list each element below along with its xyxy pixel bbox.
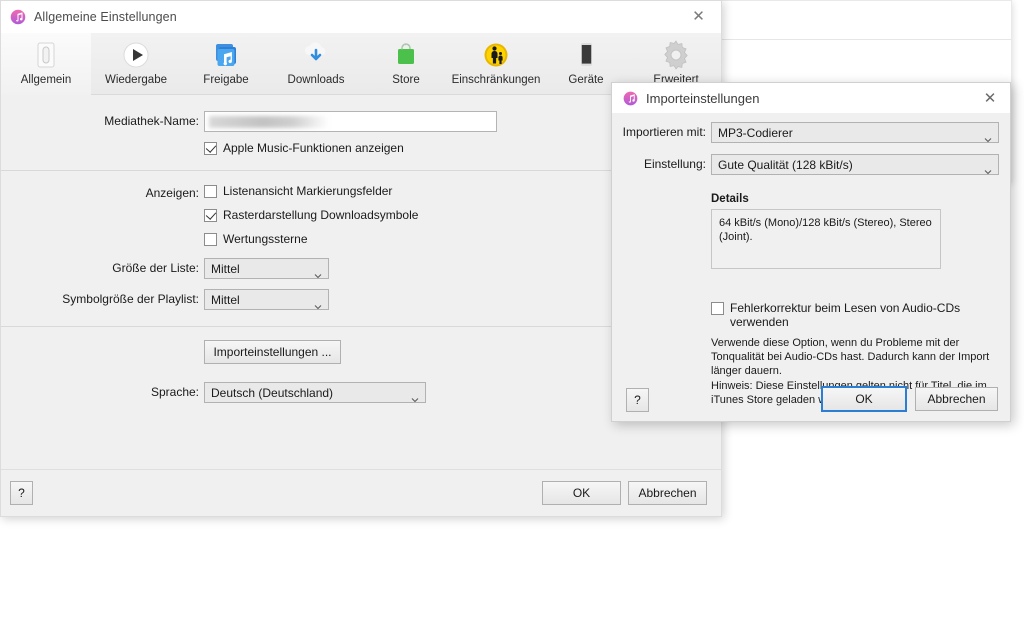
main-window-title: Allgemeine Einstellungen	[34, 10, 177, 24]
language-value: Deutsch (Deutschland)	[211, 385, 334, 400]
tab-freigabe-label: Freigabe	[203, 74, 249, 86]
tab-store-label: Store	[392, 74, 420, 86]
setting-label-row: Einstellung:	[612, 157, 706, 171]
tab-geraete-label: Geräte	[568, 74, 604, 86]
tab-wiedergabe[interactable]: Wiedergabe	[91, 33, 181, 95]
details-text-box: 64 kBit/s (Mono)/128 kBit/s (Stereo), St…	[711, 209, 941, 269]
error-correction-label: Fehlerkorrektur beim Lesen von Audio-CDs…	[730, 301, 961, 329]
dialog-ok-button[interactable]: OK	[821, 386, 907, 412]
import-with-label-row: Importieren mit:	[612, 125, 706, 139]
general-device-icon	[31, 38, 61, 72]
ok-button-label: OK	[572, 486, 591, 500]
import-with-value: MP3-Codierer	[718, 125, 793, 140]
list-view-label: Listenansicht Markierungsfelder	[223, 184, 393, 198]
list-size-label-row: Größe der Liste:	[1, 261, 199, 275]
tab-allgemein[interactable]: Allgemein	[1, 33, 91, 95]
list-size-value: Mittel	[211, 261, 240, 276]
apple-music-features-checkbox[interactable]	[204, 142, 217, 155]
list-size-select[interactable]: Mittel	[204, 258, 329, 279]
main-window-titlebar: Allgemeine Einstellungen ✕	[1, 1, 721, 33]
show-options-label: Anzeigen:	[145, 186, 199, 200]
help-button[interactable]: ?	[10, 481, 33, 505]
gear-icon	[660, 38, 692, 72]
error-correction-checkbox-row[interactable]: Fehlerkorrektur beim Lesen von Audio-CDs…	[711, 301, 961, 329]
language-label: Sprache:	[150, 385, 199, 399]
import-settings-button[interactable]: Importeinstellungen ...	[204, 340, 341, 364]
apple-music-features-label: Apple Music-Funktionen anzeigen	[223, 141, 404, 155]
close-icon[interactable]: ✕	[970, 83, 1010, 112]
import-settings-dialog: Importeinstellungen ✕ Importieren mit: M…	[611, 82, 1011, 422]
library-name-redaction	[209, 116, 329, 128]
cloud-download-icon	[300, 38, 332, 72]
grid-download-icons-checkbox-row[interactable]: Rasterdarstellung Downloadsymbole	[204, 208, 418, 222]
parental-controls-icon	[481, 38, 511, 72]
dialog-help-button[interactable]: ?	[626, 388, 649, 412]
rating-stars-label: Wertungssterne	[223, 232, 308, 246]
setting-value: Gute Qualität (128 kBit/s)	[718, 157, 853, 172]
chevron-down-icon	[411, 391, 419, 402]
cancel-button[interactable]: Abbrechen	[628, 481, 707, 505]
playlist-icon-size-value: Mittel	[211, 292, 240, 307]
tab-allgemein-label: Allgemein	[20, 74, 72, 86]
import-with-select[interactable]: MP3-Codierer	[711, 122, 999, 143]
grid-download-icons-checkbox[interactable]	[204, 209, 217, 222]
tab-freigabe[interactable]: Freigabe	[181, 33, 271, 95]
tab-store[interactable]: Store	[361, 33, 451, 95]
tab-downloads[interactable]: Downloads	[271, 33, 361, 95]
grid-download-icons-label: Rasterdarstellung Downloadsymbole	[223, 208, 419, 222]
sharing-stack-icon	[211, 38, 241, 72]
itunes-note-icon	[10, 9, 26, 25]
tab-einschraenkungen[interactable]: Einschränkungen	[451, 33, 541, 95]
playlist-icon-size-label: Symbolgröße der Playlist:	[62, 292, 199, 306]
dialog-cancel-button-label: Abbrechen	[927, 392, 986, 406]
tab-downloads-label: Downloads	[287, 74, 345, 86]
language-label-row: Sprache:	[1, 385, 199, 399]
close-icon[interactable]: ✕	[676, 1, 721, 32]
play-circle-icon	[121, 38, 151, 72]
language-select[interactable]: Deutsch (Deutschland)	[204, 382, 426, 403]
dialog-titlebar: Importeinstellungen ✕	[612, 83, 1010, 113]
library-name-input[interactable]	[204, 111, 497, 132]
dialog-ok-button-label: OK	[855, 392, 873, 406]
help-button-label: ?	[18, 486, 25, 500]
dialog-title: Importeinstellungen	[646, 90, 760, 106]
main-window-footer: ? OK Abbrechen	[1, 469, 721, 516]
ok-button[interactable]: OK	[542, 481, 621, 505]
import-settings-button-label: Importeinstellungen ...	[213, 345, 332, 359]
iphone-device-icon	[571, 38, 601, 72]
error-correction-checkbox[interactable]	[711, 302, 724, 315]
dialog-cancel-button[interactable]: Abbrechen	[915, 387, 998, 411]
cancel-button-label: Abbrechen	[638, 486, 697, 500]
chevron-down-icon	[314, 298, 322, 309]
list-view-checkbox[interactable]	[204, 185, 217, 198]
tab-wiedergabe-label: Wiedergabe	[104, 74, 167, 86]
playlist-icon-size-label-row: Symbolgröße der Playlist:	[1, 292, 199, 306]
list-size-label: Größe der Liste:	[112, 261, 199, 275]
list-view-checkbox-row[interactable]: Listenansicht Markierungsfelder	[204, 184, 392, 198]
setting-select[interactable]: Gute Qualität (128 kBit/s)	[711, 154, 999, 175]
dialog-body: Importieren mit: MP3-Codierer Einstellun…	[612, 113, 1010, 421]
background-window-divider	[713, 39, 1011, 40]
tab-einschraenkungen-label: Einschränkungen	[451, 74, 541, 86]
chevron-down-icon	[314, 267, 322, 278]
screen-root: Allgemeine Einstellungen ✕ Allgemein Wie…	[0, 0, 1024, 630]
rating-stars-checkbox-row[interactable]: Wertungssterne	[204, 232, 308, 246]
details-heading: Details	[711, 193, 749, 205]
library-name-label: Mediathek-Name:	[104, 114, 199, 128]
dialog-help-button-label: ?	[634, 393, 641, 407]
playlist-icon-size-select[interactable]: Mittel	[204, 289, 329, 310]
shopping-bag-icon	[391, 38, 421, 72]
chevron-down-icon	[984, 131, 992, 142]
rating-stars-checkbox[interactable]	[204, 233, 217, 246]
chevron-down-icon	[984, 163, 992, 174]
library-name-label-row: Mediathek-Name:	[1, 114, 199, 128]
show-options-label-row: Anzeigen:	[1, 186, 199, 200]
import-with-label: Importieren mit:	[622, 125, 706, 139]
apple-music-features-checkbox-row[interactable]: Apple Music-Funktionen anzeigen	[204, 141, 404, 155]
itunes-note-icon	[623, 91, 638, 106]
setting-label: Einstellung:	[643, 157, 706, 171]
error-correction-hint: Verwende diese Option, wenn du Probleme …	[711, 337, 990, 377]
